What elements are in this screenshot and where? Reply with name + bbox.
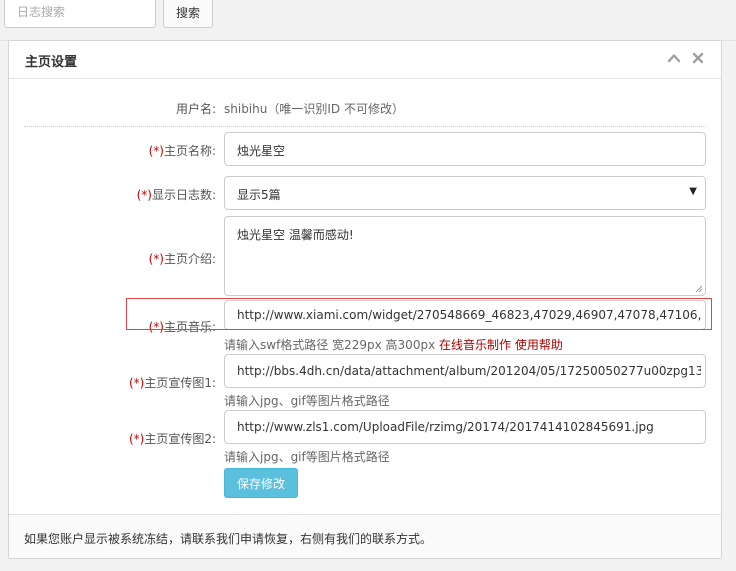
top-bar: 搜索 bbox=[0, 0, 736, 41]
required-marker: (*) bbox=[128, 376, 145, 390]
homepage-name-value: 烛光星空 bbox=[237, 144, 286, 158]
music-help-text: 请输入swf格式路径 宽229px 高300px bbox=[224, 338, 436, 352]
panel-footer: 如果您账户显示被系统冻结，请联系我们申请恢复，右侧有我们的联系方式。 bbox=[9, 514, 721, 558]
promo1-help: 请输入jpg、gif等图片格式路径 bbox=[224, 394, 390, 408]
log-count-label-text: 显示日志数: bbox=[151, 188, 216, 202]
close-icon[interactable] bbox=[691, 51, 705, 65]
resize-grip-icon[interactable] bbox=[695, 285, 703, 293]
promo2-label-text: 主页宣传图2: bbox=[144, 432, 216, 446]
online-music-link[interactable]: 在线音乐制作 bbox=[439, 338, 511, 352]
panel-title: 主页设置 bbox=[25, 55, 78, 70]
music-help: 请输入swf格式路径 宽229px 高300px 在线音乐制作 使用帮助 bbox=[224, 336, 563, 353]
promo1-url-field[interactable]: http://bbs.4dh.cn/data/attachment/album/… bbox=[224, 354, 706, 388]
log-count-value: 显示5篇 bbox=[237, 188, 281, 202]
promo1-label: (*)主页宣传图1: bbox=[40, 374, 216, 391]
promo2-url-field[interactable]: http://www.zls1.com/UploadFile/rzimg/201… bbox=[224, 410, 706, 444]
promo2-label: (*)主页宣传图2: bbox=[40, 430, 216, 447]
homepage-name-label: (*)主页名称: bbox=[40, 142, 216, 159]
username-label: 用户名: bbox=[175, 102, 216, 116]
highlight-box bbox=[126, 298, 712, 330]
usage-help-link[interactable]: 使用帮助 bbox=[515, 338, 563, 352]
promo2-url-value: http://www.zls1.com/UploadFile/rzimg/201… bbox=[237, 420, 654, 434]
required-marker: (*) bbox=[148, 144, 164, 158]
intro-label: (*)主页介绍: bbox=[40, 250, 216, 267]
promo1-label-text: 主页宣传图1: bbox=[144, 376, 216, 390]
chevron-down-icon: ▼ bbox=[689, 186, 697, 197]
intro-textarea[interactable]: 烛光星空 温馨而感动! bbox=[224, 216, 706, 296]
log-count-select[interactable]: 显示5篇 ▼ bbox=[224, 176, 706, 210]
log-search-input[interactable] bbox=[4, 0, 156, 28]
required-marker: (*) bbox=[148, 252, 164, 266]
chevron-up-icon[interactable] bbox=[667, 51, 681, 65]
username-value: shibihu（唯一识别ID 不可修改） bbox=[224, 102, 404, 116]
log-count-label: (*)显示日志数: bbox=[40, 186, 216, 203]
panel-header: 主页设置 bbox=[9, 41, 721, 79]
save-button[interactable]: 保存修改 bbox=[224, 468, 298, 498]
required-marker: (*) bbox=[128, 432, 145, 446]
search-button[interactable]: 搜索 bbox=[163, 0, 213, 28]
form-divider bbox=[24, 126, 706, 127]
required-marker: (*) bbox=[136, 188, 152, 202]
homepage-name-field[interactable]: 烛光星空 bbox=[224, 132, 706, 166]
frozen-account-notice: 如果您账户显示被系统冻结，请联系我们申请恢复，右侧有我们的联系方式。 bbox=[24, 532, 433, 546]
homepage-name-label-text: 主页名称: bbox=[163, 144, 216, 158]
promo2-help: 请输入jpg、gif等图片格式路径 bbox=[224, 450, 390, 464]
intro-value: 烛光星空 温馨而感动! bbox=[237, 228, 354, 242]
promo1-url-value: http://bbs.4dh.cn/data/attachment/album/… bbox=[237, 364, 701, 378]
intro-label-text: 主页介绍: bbox=[163, 252, 216, 266]
